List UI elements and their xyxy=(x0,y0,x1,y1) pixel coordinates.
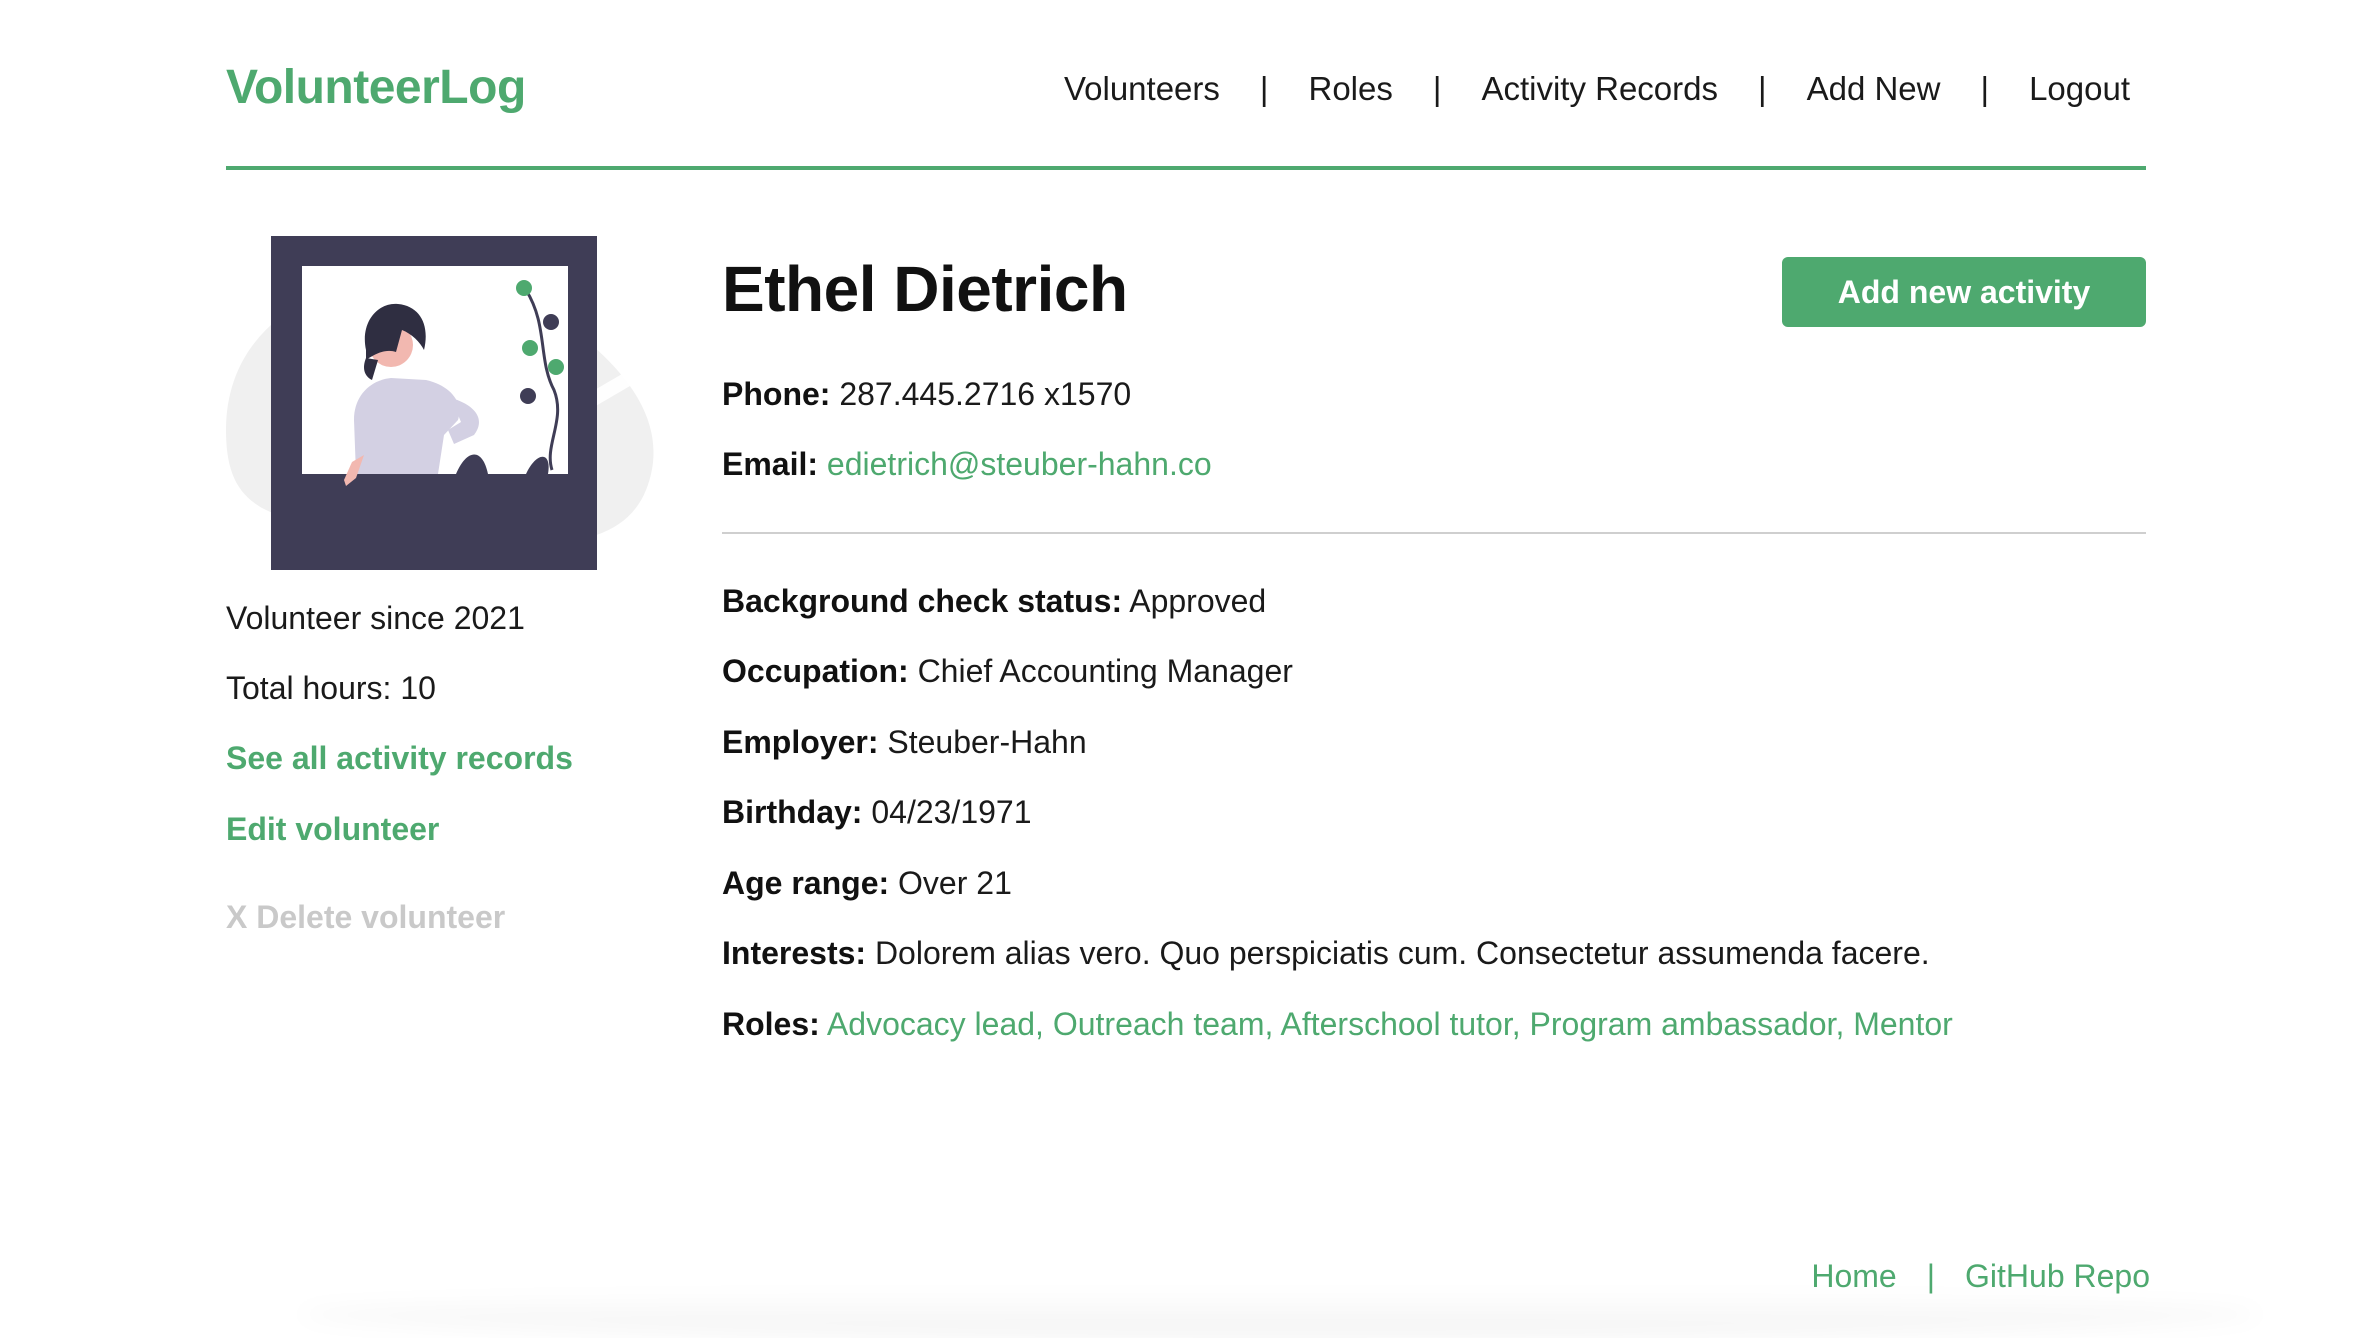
background-check-field: Background check status: Approved xyxy=(722,583,1266,620)
edit-volunteer-link[interactable]: Edit volunteer xyxy=(226,811,439,848)
birthday-field: Birthday: 04/23/1971 xyxy=(722,794,1032,831)
birthday-label: Birthday: xyxy=(722,794,863,830)
profile-sidebar: Volunteer since 2021 Total hours: 10 See… xyxy=(226,230,666,935)
avatar xyxy=(226,230,666,570)
see-all-activity-records-link[interactable]: See all activity records xyxy=(226,740,573,777)
occupation-value: Chief Accounting Manager xyxy=(917,653,1293,689)
interests-value: Dolorem alias vero. Quo perspiciatis cum… xyxy=(874,935,1930,971)
nav-separator: | xyxy=(1980,70,1990,107)
nav-activity-records[interactable]: Activity Records xyxy=(1481,70,1718,108)
footer-github-link[interactable]: GitHub Repo xyxy=(1965,1258,2150,1295)
nav-logout[interactable]: Logout xyxy=(2029,70,2130,108)
add-new-activity-button[interactable]: Add new activity xyxy=(1782,257,2146,327)
background-check-label: Background check status: xyxy=(722,583,1123,619)
site-footer: Home | GitHub Repo xyxy=(1811,1258,2150,1295)
main-nav: Volunteers | Roles | Activity Records | … xyxy=(1064,70,2130,108)
email-label: Email: xyxy=(722,446,819,482)
age-range-field: Age range: Over 21 xyxy=(722,865,1012,902)
nav-separator: | xyxy=(1432,70,1442,107)
brand-logo[interactable]: VolunteerLog xyxy=(226,60,526,115)
email-link[interactable]: edietrich@steuber-hahn.co xyxy=(827,446,1212,482)
total-hours: Total hours: 10 xyxy=(226,670,436,706)
occupation-field: Occupation: Chief Accounting Manager xyxy=(722,653,1293,690)
birthday-value: 04/23/1971 xyxy=(871,794,1032,830)
delete-volunteer-link[interactable]: X Delete volunteer xyxy=(226,899,505,936)
occupation-label: Occupation: xyxy=(722,653,909,689)
footer-shadow xyxy=(300,1290,2260,1338)
roles-field: Roles: Advocacy lead, Outreach team, Aft… xyxy=(722,1006,1953,1043)
employer-value: Steuber-Hahn xyxy=(887,724,1087,760)
age-range-value: Over 21 xyxy=(898,865,1012,901)
background-check-value: Approved xyxy=(1129,583,1267,619)
nav-volunteers[interactable]: Volunteers xyxy=(1064,70,1220,108)
footer-home-link[interactable]: Home xyxy=(1811,1258,1896,1295)
phone-value: 287.445.2716 x1570 xyxy=(839,376,1132,412)
nav-add-new[interactable]: Add New xyxy=(1807,70,1941,108)
roles-label: Roles: xyxy=(722,1006,820,1042)
volunteer-name: Ethel Dietrich xyxy=(722,253,1128,325)
nav-roles[interactable]: Roles xyxy=(1308,70,1392,108)
roles-links[interactable]: Advocacy lead, Outreach team, Afterschoo… xyxy=(827,1006,1953,1042)
interests-field: Interests: Dolorem alias vero. Quo persp… xyxy=(722,935,1930,972)
email-field: Email: edietrich@steuber-hahn.co xyxy=(722,446,1212,483)
footer-separator: | xyxy=(1926,1258,1936,1294)
phone-field: Phone: 287.445.2716 x1570 xyxy=(722,376,1131,413)
woman-in-window-illustration-icon xyxy=(226,236,654,570)
employer-field: Employer: Steuber-Hahn xyxy=(722,724,1087,761)
volunteer-since: Volunteer since 2021 xyxy=(226,600,525,636)
nav-separator: | xyxy=(1259,70,1269,107)
phone-label: Phone: xyxy=(722,376,831,412)
interests-label: Interests: xyxy=(722,935,867,971)
employer-label: Employer: xyxy=(722,724,879,760)
section-divider xyxy=(722,532,2146,534)
nav-separator: | xyxy=(1758,70,1767,107)
site-header: VolunteerLog Volunteers | Roles | Activi… xyxy=(226,0,2146,170)
age-range-label: Age range: xyxy=(722,865,890,901)
volunteer-profile-page: VolunteerLog Volunteers | Roles | Activi… xyxy=(0,0,2376,1338)
